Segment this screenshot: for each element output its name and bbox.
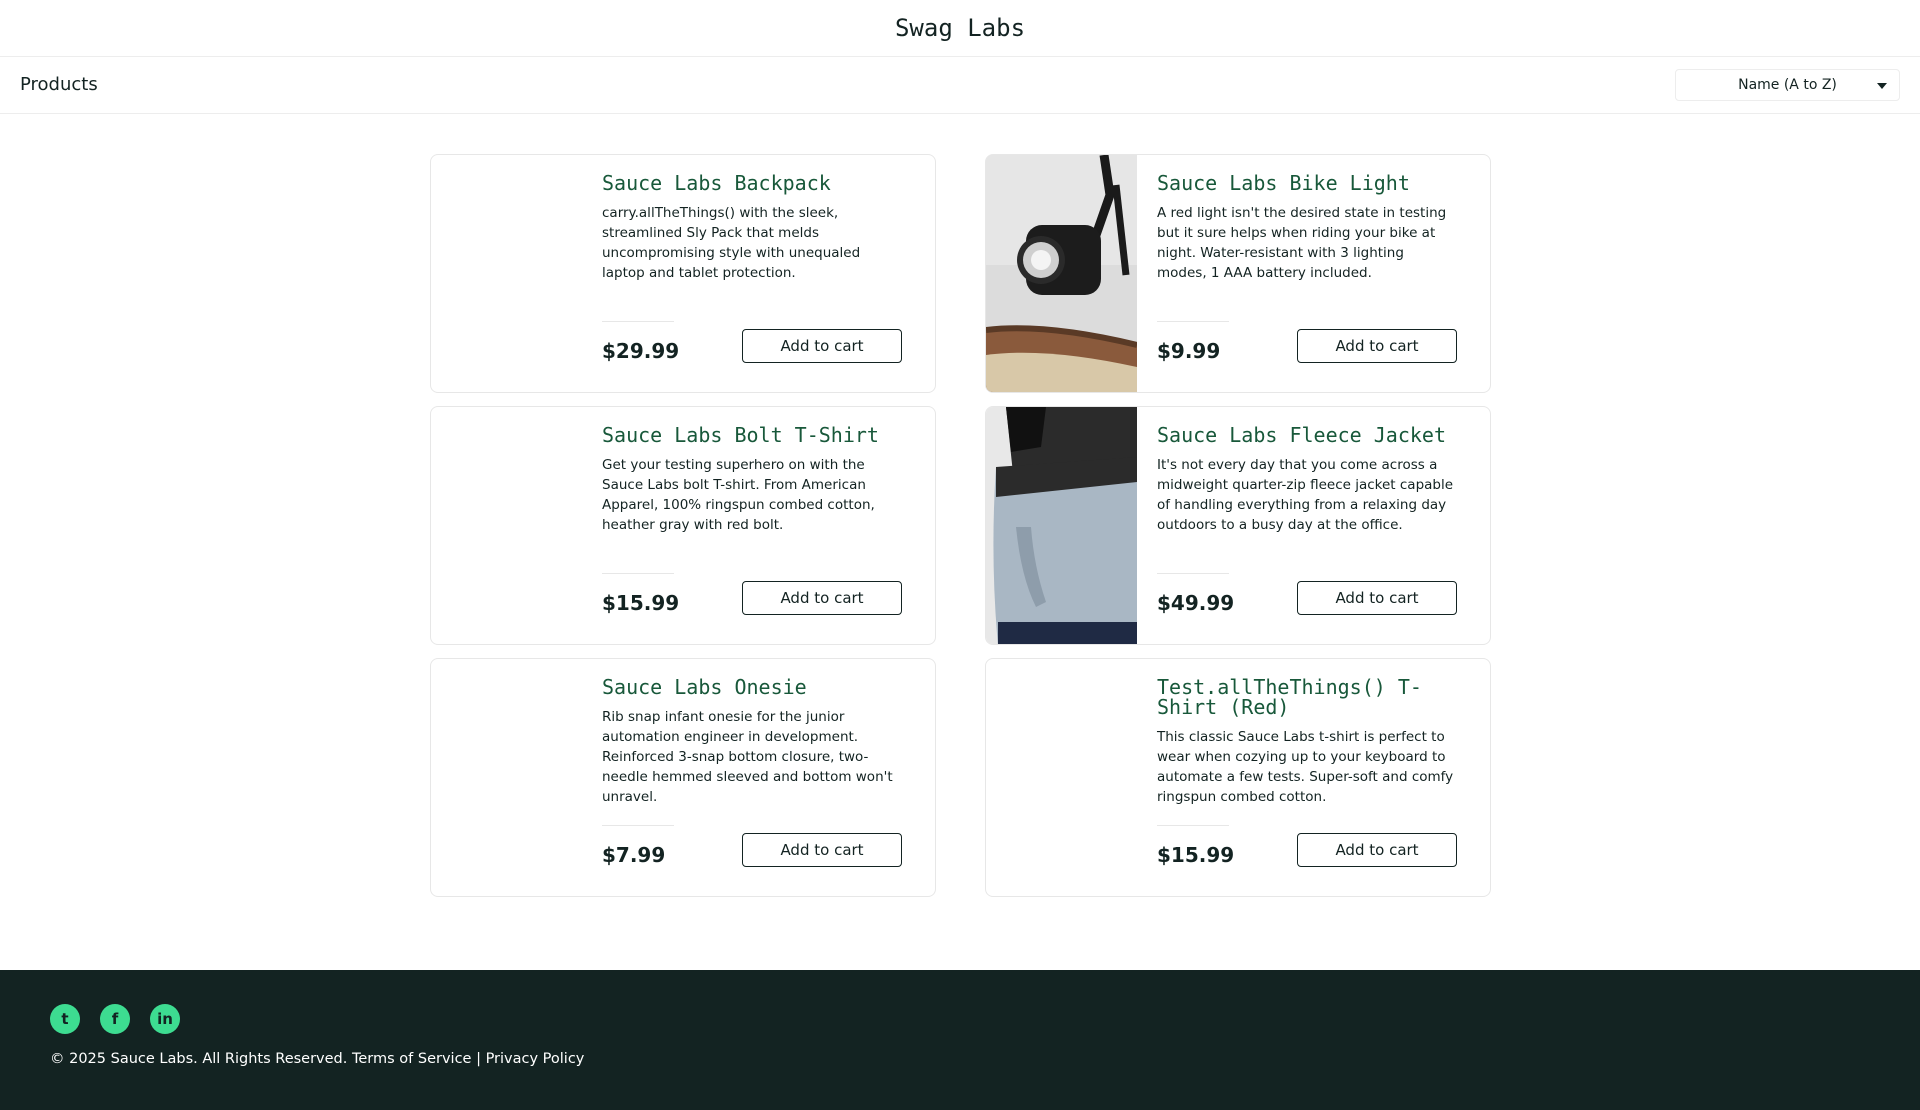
item-price: $9.99 xyxy=(1157,339,1221,363)
price-divider xyxy=(1157,573,1229,574)
inventory-item: Sauce Labs Bolt T-Shirt Get your testing… xyxy=(430,406,936,645)
twitter-icon[interactable]: t xyxy=(50,1004,80,1034)
inventory-list: Sauce Labs Backpack carry.allTheThings()… xyxy=(430,154,1491,897)
item-image[interactable] xyxy=(431,155,582,392)
item-description: It's not every day that you come across … xyxy=(1157,457,1454,533)
subheader: Products Name (A to Z) xyxy=(0,57,1920,114)
page-title: Products xyxy=(20,74,98,95)
item-price: $49.99 xyxy=(1157,591,1235,615)
inventory-item: Sauce Labs Backpack carry.allTheThings()… xyxy=(430,154,936,393)
price-divider xyxy=(1157,825,1229,826)
item-description: Rib snap infant onesie for the junior au… xyxy=(602,709,893,805)
item-image[interactable] xyxy=(431,407,582,644)
item-name[interactable]: Test.allTheThings() T-Shirt (Red) xyxy=(1157,677,1457,717)
footer: t f in © 2025 Sauce Labs. All Rights Res… xyxy=(0,970,1920,1110)
price-divider xyxy=(602,573,674,574)
add-to-cart-button[interactable]: Add to cart xyxy=(1297,329,1457,363)
add-to-cart-button[interactable]: Add to cart xyxy=(1297,833,1457,867)
item-image[interactable] xyxy=(986,407,1137,644)
social-links: t f in xyxy=(50,1004,180,1034)
add-to-cart-button[interactable]: Add to cart xyxy=(1297,581,1457,615)
item-name[interactable]: Sauce Labs Onesie xyxy=(602,677,902,697)
price-divider xyxy=(602,825,674,826)
linkedin-icon[interactable]: in xyxy=(150,1004,180,1034)
item-price: $15.99 xyxy=(602,591,680,615)
app-logo: Swag Labs xyxy=(894,14,1026,42)
item-name[interactable]: Sauce Labs Backpack xyxy=(602,173,902,193)
sort-select-value: Name (A to Z) xyxy=(1738,77,1837,93)
item-price: $7.99 xyxy=(602,843,666,867)
header: Swag Labs xyxy=(0,0,1920,57)
fleece-jacket-image xyxy=(986,407,1137,644)
item-price: $29.99 xyxy=(602,339,680,363)
item-image[interactable] xyxy=(986,155,1137,392)
item-name[interactable]: Sauce Labs Bolt T-Shirt xyxy=(602,425,902,445)
item-description: carry.allTheThings() with the sleek, str… xyxy=(602,205,861,281)
item-name[interactable]: Sauce Labs Fleece Jacket xyxy=(1157,425,1457,445)
inventory-item: Sauce Labs Fleece Jacket It's not every … xyxy=(985,406,1491,645)
item-description: A red light isn't the desired state in t… xyxy=(1157,205,1447,281)
add-to-cart-button[interactable]: Add to cart xyxy=(742,329,902,363)
item-image[interactable] xyxy=(986,659,1137,896)
inventory-item: Test.allTheThings() T-Shirt (Red) This c… xyxy=(985,658,1491,897)
price-divider xyxy=(602,321,674,322)
add-to-cart-button[interactable]: Add to cart xyxy=(742,581,902,615)
item-name[interactable]: Sauce Labs Bike Light xyxy=(1157,173,1457,193)
sort-select[interactable]: Name (A to Z) xyxy=(1675,69,1900,101)
item-image[interactable] xyxy=(431,659,582,896)
caret-down-icon xyxy=(1877,83,1887,89)
add-to-cart-button[interactable]: Add to cart xyxy=(742,833,902,867)
price-divider xyxy=(1157,321,1229,322)
inventory-item: Sauce Labs Onesie Rib snap infant onesie… xyxy=(430,658,936,897)
item-description: This classic Sauce Labs t-shirt is perfe… xyxy=(1157,729,1454,805)
footer-copyright: © 2025 Sauce Labs. All Rights Reserved. … xyxy=(50,1051,585,1067)
facebook-icon[interactable]: f xyxy=(100,1004,130,1034)
item-price: $15.99 xyxy=(1157,843,1235,867)
bike-light-image xyxy=(986,155,1137,392)
inventory-item: Sauce Labs Bike Light A red light isn't … xyxy=(985,154,1491,393)
item-description: Get your testing superhero on with the S… xyxy=(602,457,875,533)
